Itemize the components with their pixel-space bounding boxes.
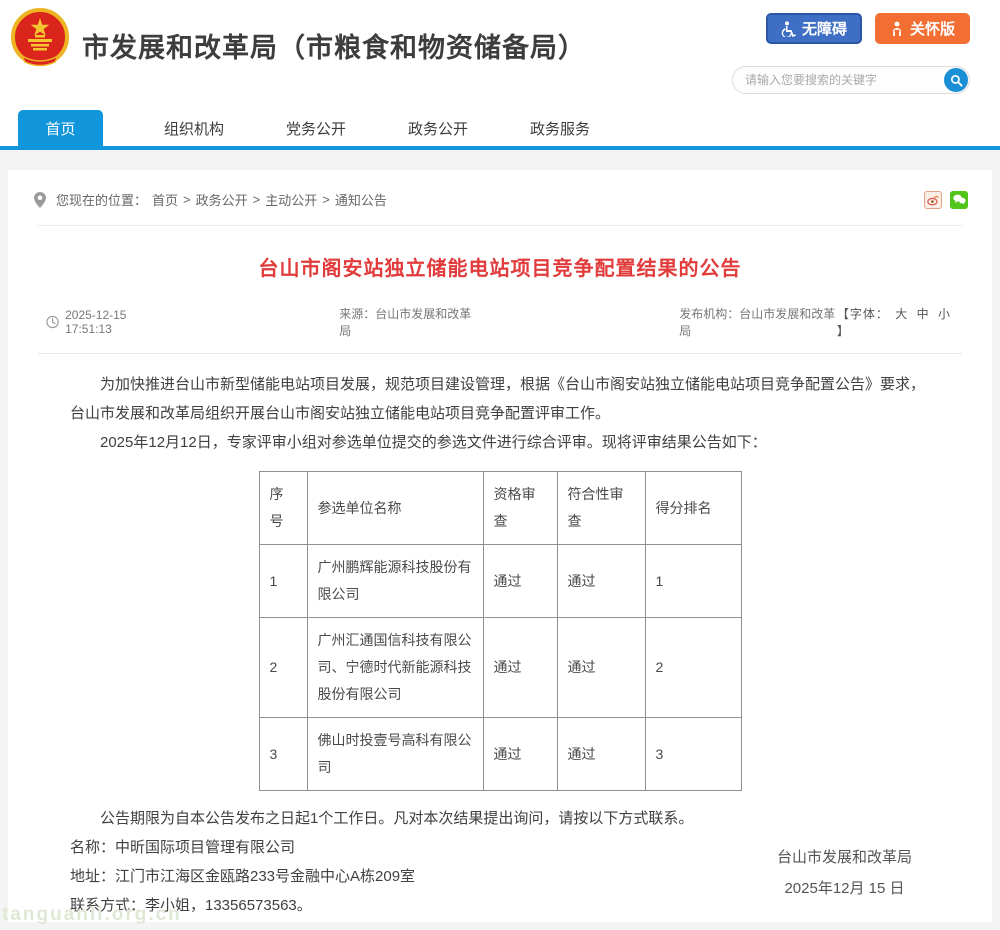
font-size-control: 【字体： 大 中 小 】 — [837, 305, 962, 339]
signature-org: 台山市发展和改革局 — [777, 842, 912, 873]
breadcrumb-separator: > — [183, 192, 191, 207]
cell-score-rank: 2 — [645, 618, 741, 718]
main-nav: 首页 组织机构 党务公开 政务公开 政务服务 — [0, 100, 1000, 150]
wheelchair-icon — [781, 21, 796, 37]
notice-period-text: 公告期限为自本公告发布之日起1个工作日。凡对本次结果提出询问，请按以下方式联系。 — [70, 804, 930, 833]
table-row: 2 广州汇通国信科技有限公司、宁德时代新能源科技股份有限公司 通过 通过 2 — [259, 618, 741, 718]
paragraph: 2025年12月12日，专家评审小组对参选单位提交的参选文件进行综合评审。现将评… — [70, 428, 930, 457]
watermark-text: tanguanli.org.cn — [2, 904, 182, 926]
person-heart-icon — [890, 21, 904, 37]
cell-seq: 2 — [259, 618, 307, 718]
review-result-table: 序号 参选单位名称 资格审查 符合性审查 得分排名 1 广州鹏辉能源科技股份有限… — [259, 471, 742, 791]
column-header-unit-name: 参选单位名称 — [307, 472, 483, 545]
breadcrumb-item-proactive[interactable]: 主动公开 — [265, 190, 317, 209]
article-publisher: 发布机构：台山市发展和改革局 — [679, 305, 837, 339]
font-size-medium-button[interactable]: 中 — [917, 307, 930, 321]
breadcrumb-item-notices[interactable]: 通知公告 — [335, 190, 387, 209]
care-version-button[interactable]: 关怀版 — [875, 13, 970, 44]
weibo-share-icon[interactable] — [924, 191, 942, 209]
cell-seq: 3 — [259, 718, 307, 791]
article-source: 来源：台山市发展和改革局 — [339, 305, 474, 339]
breadcrumb-separator: > — [253, 192, 261, 207]
paragraph: 为加快推进台山市新型储能电站项目发展，规范项目建设管理，根据《台山市阁安站独立储… — [70, 370, 930, 428]
article-title: 台山市阁安站独立储能电站项目竞争配置结果的公告 — [8, 252, 992, 281]
breadcrumb-separator: > — [322, 192, 330, 207]
cell-qualification: 通过 — [483, 618, 557, 718]
signature-date: 2025年12月 15 日 — [777, 873, 912, 904]
column-header-qualification: 资格审查 — [483, 472, 557, 545]
cell-unit-name: 佛山时投壹号高科有限公司 — [307, 718, 483, 791]
nav-tab-organization[interactable]: 组织机构 — [163, 110, 225, 146]
cell-seq: 1 — [259, 545, 307, 618]
clock-icon — [46, 315, 59, 329]
site-title: 市发展和改革局（市粮食和物资储备局） — [82, 26, 586, 65]
breadcrumb-label: 您现在的位置： — [56, 190, 147, 209]
cell-conformity: 通过 — [557, 545, 645, 618]
breadcrumb-item-gov-open[interactable]: 政务公开 — [196, 190, 248, 209]
cell-qualification: 通过 — [483, 545, 557, 618]
nav-tab-government-affairs[interactable]: 政务公开 — [407, 110, 469, 146]
cell-conformity: 通过 — [557, 618, 645, 718]
accessibility-label: 无障碍 — [802, 18, 847, 39]
table-header-row: 序号 参选单位名称 资格审查 符合性审查 得分排名 — [259, 472, 741, 545]
cell-unit-name: 广州汇通国信科技有限公司、宁德时代新能源科技股份有限公司 — [307, 618, 483, 718]
signature-block: 台山市发展和改革局 2025年12月 15 日 — [777, 842, 912, 904]
publish-datetime: 2025-12-15 17:51:13 — [65, 308, 169, 336]
location-pin-icon — [34, 192, 46, 208]
cell-score-rank: 1 — [645, 545, 741, 618]
column-header-score-rank: 得分排名 — [645, 472, 741, 545]
font-size-label-close: 】 — [837, 324, 850, 338]
nav-tab-government-services[interactable]: 政务服务 — [529, 110, 591, 146]
cell-unit-name: 广州鹏辉能源科技股份有限公司 — [307, 545, 483, 618]
table-row: 3 佛山时投壹号高科有限公司 通过 通过 3 — [259, 718, 741, 791]
national-emblem-logo — [8, 5, 72, 71]
breadcrumb-divider — [38, 225, 962, 226]
breadcrumb: 您现在的位置： 首页 > 政务公开 > 主动公开 > 通知公告 — [8, 170, 992, 221]
care-version-label: 关怀版 — [910, 18, 955, 39]
font-size-small-button[interactable]: 小 — [938, 307, 951, 321]
cell-qualification: 通过 — [483, 718, 557, 791]
site-header: 市发展和改革局（市粮食和物资储备局） 无障碍 关怀版 — [0, 0, 1000, 100]
article-body: 为加快推进台山市新型储能电站项目发展，规范项目建设管理，根据《台山市阁安站独立储… — [8, 354, 992, 457]
article-meta: 2025-12-15 17:51:13 来源：台山市发展和改革局 发布机构：台山… — [38, 305, 962, 339]
column-header-conformity: 符合性审查 — [557, 472, 645, 545]
nav-tab-party-affairs[interactable]: 党务公开 — [285, 110, 347, 146]
wechat-share-icon[interactable] — [950, 191, 968, 209]
content-card: 您现在的位置： 首页 > 政务公开 > 主动公开 > 通知公告 — [8, 170, 992, 922]
nav-underline — [0, 146, 1000, 150]
accessibility-button[interactable]: 无障碍 — [766, 13, 862, 44]
table-row: 1 广州鹏辉能源科技股份有限公司 通过 通过 1 — [259, 545, 741, 618]
search-button[interactable] — [944, 68, 968, 92]
font-size-label: 【字体： — [837, 307, 889, 321]
cell-score-rank: 3 — [645, 718, 741, 791]
font-size-large-button[interactable]: 大 — [895, 307, 908, 321]
breadcrumb-item-home[interactable]: 首页 — [152, 190, 178, 209]
search-icon — [950, 74, 963, 87]
cell-conformity: 通过 — [557, 718, 645, 791]
column-header-seq: 序号 — [259, 472, 307, 545]
search-input[interactable] — [732, 66, 970, 94]
header-tools: 无障碍 关怀版 — [732, 13, 970, 94]
nav-tab-home[interactable]: 首页 — [18, 110, 103, 146]
